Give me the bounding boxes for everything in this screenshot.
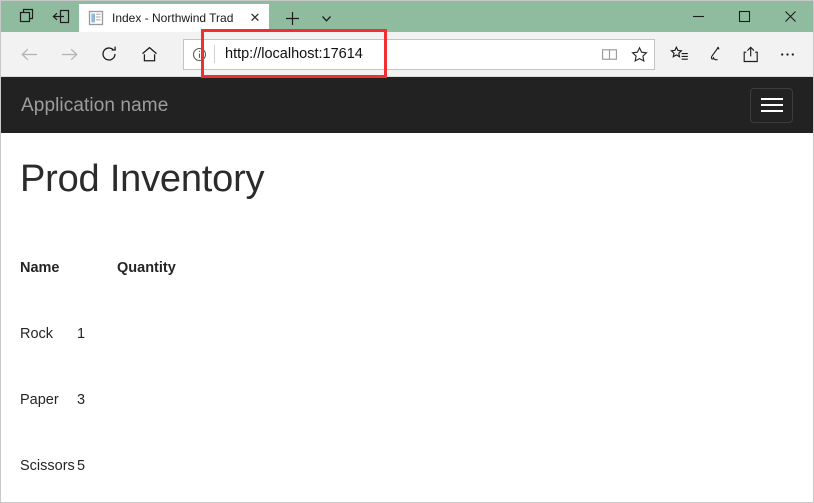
browser-window: Index - Northwind Trad ✕ http://localhos… <box>0 0 814 503</box>
tab-close-icon[interactable]: ✕ <box>245 8 265 28</box>
refresh-icon[interactable] <box>89 36 129 72</box>
document-favicon <box>88 10 104 26</box>
cell-name: Rock <box>20 326 54 342</box>
page-content: Prod Inventory Name Quantity Rock 1 Paper 3… <box>1 157 813 502</box>
back-arrow-icon[interactable] <box>9 36 49 72</box>
new-tab-button[interactable] <box>275 4 309 32</box>
hamburger-bar <box>760 104 783 106</box>
chevron-down-icon[interactable] <box>309 4 343 32</box>
share-icon[interactable] <box>733 36 769 72</box>
site-info-icon[interactable] <box>184 40 214 69</box>
address-bar[interactable] <box>183 38 655 70</box>
home-icon[interactable] <box>129 36 169 72</box>
inventory-listing: NameQuantity Rock1 Paper3 Scissors5 Well… <box>20 213 794 502</box>
column-header-name: Name <box>20 260 60 276</box>
page-viewport: Application name Prod Inventory Name Quan… <box>1 77 813 502</box>
titlebar-system-icons <box>1 1 78 32</box>
hamburger-bar <box>760 110 783 112</box>
hamburger-menu-icon[interactable] <box>750 87 793 123</box>
table-row: Scissors 5 <box>20 455 794 477</box>
more-options-icon[interactable] <box>769 36 805 72</box>
navbar-brand[interactable]: Application name <box>21 96 168 115</box>
maximize-button[interactable] <box>721 1 767 32</box>
hamburger-bar <box>760 98 783 100</box>
cell-name: Scissors <box>20 458 75 474</box>
tab-preview-icon[interactable] <box>10 1 44 32</box>
inventory-header-row: Name Quantity <box>20 257 794 279</box>
set-tabs-aside-icon[interactable] <box>44 1 78 32</box>
browser-toolbar <box>1 32 813 77</box>
address-bar-url[interactable] <box>215 40 594 68</box>
browser-title-bar: Index - Northwind Trad ✕ <box>1 1 813 32</box>
table-row: Paper 3 <box>20 389 794 411</box>
minimize-button[interactable] <box>675 1 721 32</box>
column-header-quantity: Quantity <box>117 260 176 276</box>
page-title: Prod Inventory <box>20 158 265 200</box>
site-navbar: Application name <box>1 77 813 133</box>
cell-quantity: 3 <box>77 392 86 408</box>
cell-quantity: 1 <box>77 326 86 342</box>
close-button[interactable] <box>767 1 813 32</box>
favorite-star-icon[interactable] <box>624 40 654 69</box>
cell-name: Paper <box>20 392 59 408</box>
make-web-note-icon[interactable] <box>697 36 733 72</box>
reading-view-icon[interactable] <box>594 40 624 69</box>
favorites-hub-icon[interactable] <box>661 36 697 72</box>
browser-tab-title: Index - Northwind Trad <box>112 11 234 25</box>
table-row: Rock 1 <box>20 323 794 345</box>
forward-arrow-icon[interactable] <box>49 36 89 72</box>
browser-tab-active[interactable]: Index - Northwind Trad ✕ <box>79 4 269 32</box>
window-controls <box>675 1 813 32</box>
cell-quantity: 5 <box>77 458 86 474</box>
